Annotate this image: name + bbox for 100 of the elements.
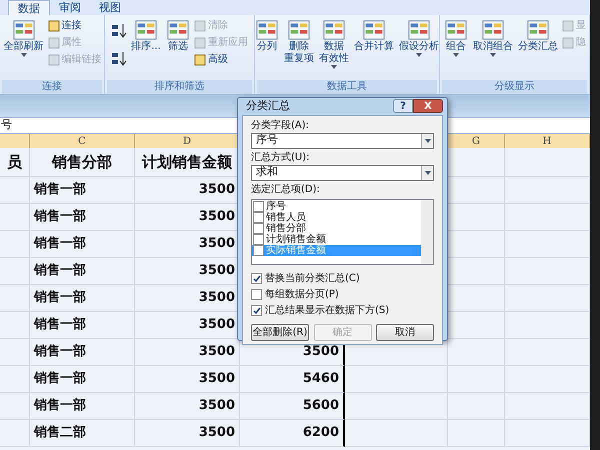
ribbon-button[interactable]: 组合 [443,15,469,80]
ribbon-button[interactable]: 分列 [254,15,280,80]
toolbar-icon [322,19,346,41]
ribbon-button[interactable]: 分类汇总 [517,15,559,80]
list-item[interactable]: 销售分部 [252,222,421,234]
cell-text: 3500 [198,235,235,254]
toolbar-icon [166,19,190,41]
toolbar-icon [194,37,206,49]
ribbon-button[interactable]: 高级 [194,53,248,67]
cell-text: 3500 [198,316,235,334]
formula-text: 号 [1,117,12,134]
ribbon-button[interactable]: 假设分析 [398,15,440,80]
checkbox[interactable] [253,222,264,234]
button-label: 组合 [446,41,466,53]
column-letter: D [182,134,192,148]
item-label: 销售分部 [266,222,306,234]
cell-text: 3500 [198,208,235,226]
list-item[interactable]: 销售人员 [252,212,421,222]
caret-icon [20,53,26,57]
toolbar-icon [526,19,550,41]
checkbox[interactable] [253,200,264,212]
dropdown-button[interactable] [421,166,433,180]
ribbon-button[interactable]: 全部刷新 [2,15,44,80]
caret-icon [424,170,430,174]
button-label: 分列 [257,41,277,53]
button-label: 筛选 [168,41,188,53]
checkbox[interactable] [251,289,262,300]
checkbox[interactable] [251,305,262,316]
checkbox[interactable] [253,234,264,244]
cell-text: 销售一部 [34,234,86,254]
dropdown-button[interactable] [421,134,433,148]
table-cell [448,393,505,420]
list-item[interactable]: 计划销售金额 [252,234,421,244]
column-title: 员 [7,152,22,173]
ribbon-button[interactable]: 合并计算 [353,15,395,80]
cell-text: 5600 [302,397,339,416]
ribbon-button[interactable]: 排序... [130,15,162,80]
toolbar-icon [48,37,60,49]
cell-text: 销售一部 [34,262,86,280]
cell-text: 5460 [302,370,339,388]
cell-text: 销售一部 [34,370,86,388]
dialog-button[interactable]: 取消 [376,324,434,340]
ribbon-button[interactable]: 连接 [48,19,102,33]
help-button[interactable]: ? [393,99,413,114]
cell-text: 3500 [198,262,235,280]
checkmark-icon [252,274,260,282]
table-cell [448,420,505,447]
button-label: 分类汇总 [518,41,558,53]
item-label: 计划销售金额 [266,234,326,244]
item-label: 序号 [266,200,286,212]
ribbon-tab[interactable]: 视图 [90,0,130,15]
group-label: 排序和筛选 [107,80,252,94]
checkbox[interactable] [253,244,264,256]
cell-text: 3500 [198,397,235,416]
ribbon-button[interactable]: 数据 有效性 [318,15,350,80]
list-item[interactable]: 序号 [252,200,421,212]
checkbox[interactable] [251,273,262,284]
ribbon-tab[interactable]: 数据 [8,0,50,15]
toolbar-icon [194,20,206,32]
toolbar-icon [255,19,279,41]
field-label: 汇总方式(U): [251,150,310,164]
column-letter: G [472,134,480,148]
close-button[interactable]: X [413,99,443,114]
cell-text: 销售二部 [34,424,86,442]
option-label: 汇总结果显示在数据下方(S) [265,304,390,318]
column-title: 销售分部 [52,152,112,173]
sort-ascending-icon[interactable] [111,23,128,39]
toolbar-icon [12,19,36,41]
cell-text: 3500 [198,424,235,442]
field-value: 序号 [256,132,278,148]
sort-descending-icon[interactable] [111,51,128,67]
scrollbar[interactable] [421,200,433,264]
table-cell [448,339,505,366]
dialog-button[interactable]: 全部删除(R) [251,324,309,340]
caret-icon [416,53,422,57]
column-letter: C [78,134,86,148]
button-label: 排序... [131,41,161,53]
field-label: 分类字段(A): [251,118,310,132]
button-label: 删除 [289,41,309,52]
toolbar-icon [444,19,468,41]
button-label: 重复项 [284,53,314,65]
cell-text: 销售一部 [34,316,86,334]
toolbar-icon [362,19,386,41]
cell-text: 销售一部 [34,342,86,362]
ribbon-button[interactable]: 删除 重复项 [283,15,315,80]
caret-icon [490,53,496,57]
toolbar-icon [407,19,431,41]
dialog-title: 分类汇总 [245,98,290,114]
dropdown-field[interactable]: 序号 [251,132,434,148]
ribbon-button[interactable]: 筛选 [164,15,191,80]
ribbon-button[interactable]: 取消组合 [472,15,514,80]
checkbox[interactable] [253,212,264,222]
ribbon-tab[interactable]: 审阅 [50,0,90,15]
toolbar-icon [48,20,60,32]
field-label: 选定汇总项(D): [251,182,321,196]
cell-text: 3500 [198,343,235,362]
dropdown-field[interactable]: 求和 [251,164,434,180]
list-box[interactable]: 序号 销售人员 销售分部 计划销售金额 实际销售金额 [251,198,434,264]
button-label: 有效性 [319,53,349,65]
group-label: 数据工具 [257,80,437,94]
